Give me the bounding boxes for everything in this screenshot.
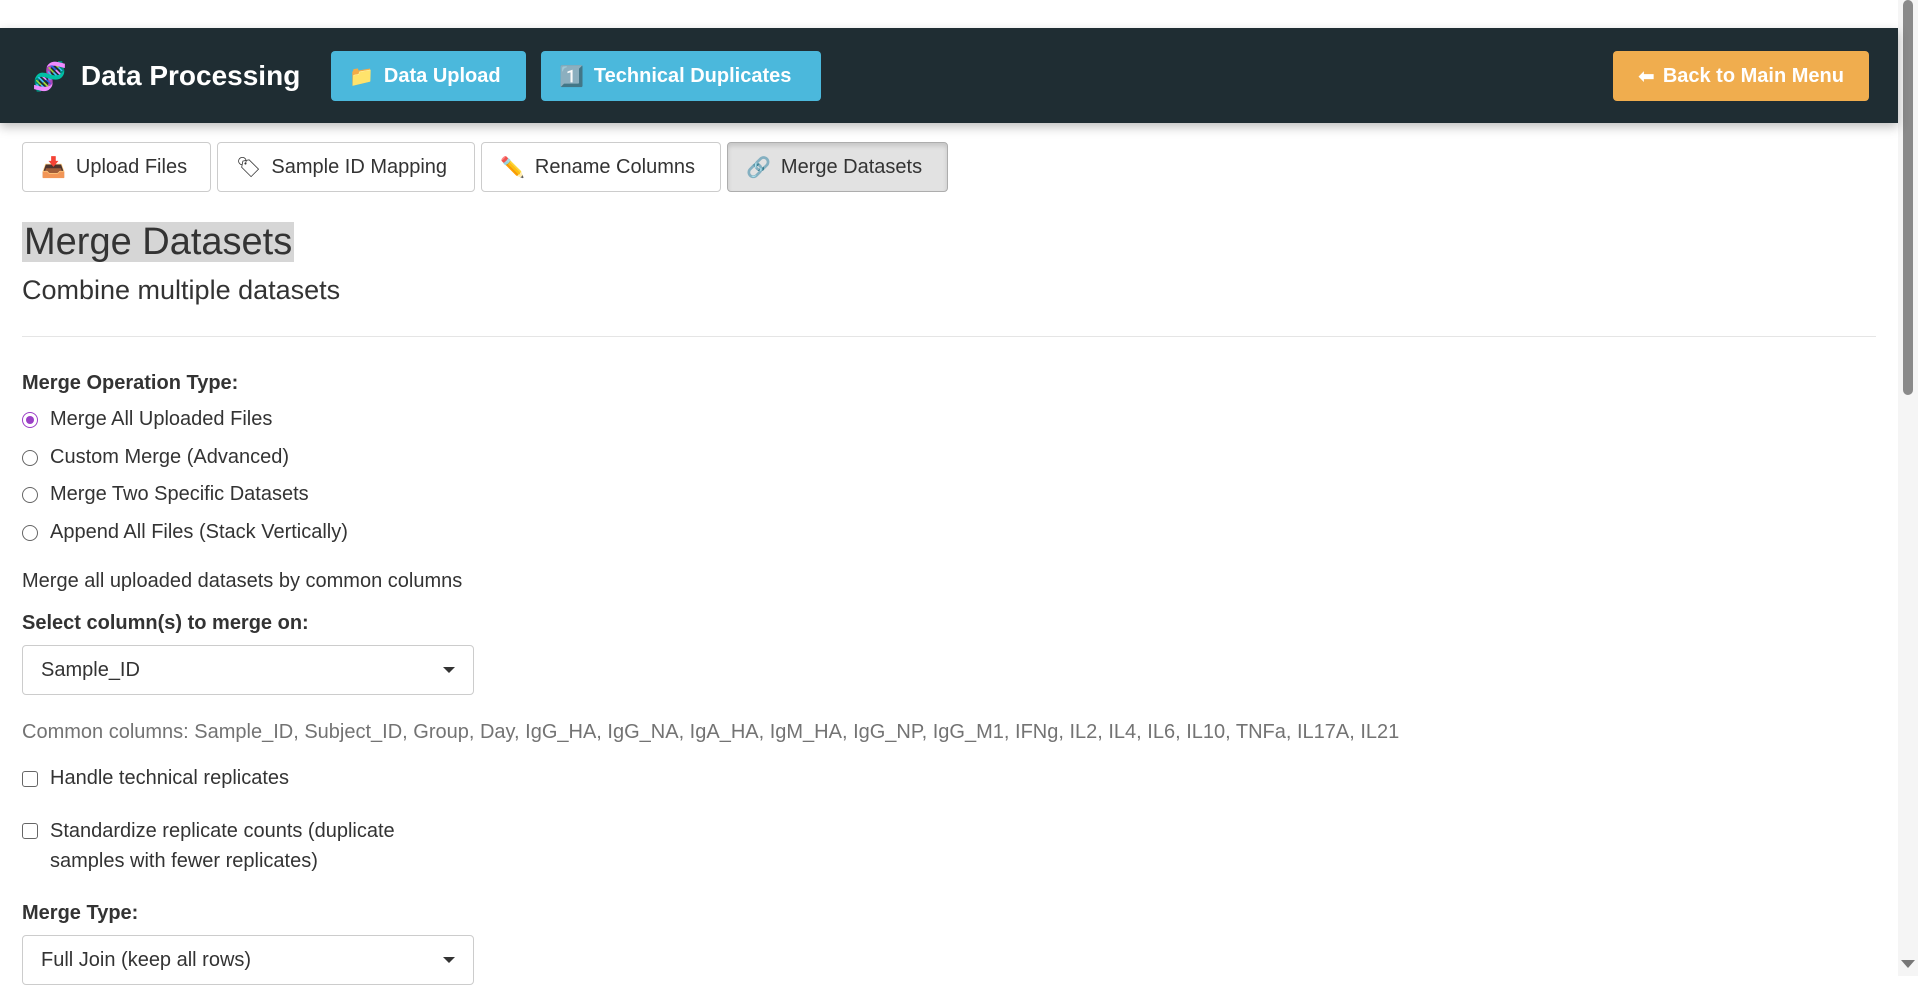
processing-tabs: 📥 Upload Files 🏷 Sample ID Mapping ✏️ Re… (22, 142, 948, 192)
tab-sample-id-mapping[interactable]: 🏷 Sample ID Mapping (217, 142, 475, 192)
technical-duplicates-label: Technical Duplicates (593, 64, 792, 87)
merge-on-select[interactable]: Sample_ID (22, 645, 474, 695)
pencil-icon: ✏️ (500, 156, 525, 179)
navbar: 🧬 Data Processing 📁 Data Upload 1️⃣ Tech… (0, 28, 1898, 123)
tab-label: Upload Files (75, 155, 188, 178)
label-tag-icon: 🏷 (236, 156, 262, 179)
merge-operation-label: Merge Operation Type: (22, 372, 239, 394)
merge-on-value: Sample_ID (41, 658, 140, 681)
divider (22, 336, 1876, 337)
browser-top-strip (0, 0, 1898, 28)
radio-label: Append All Files (Stack Vertically) (50, 521, 348, 543)
merge-on-label: Select column(s) to merge on: (22, 612, 309, 634)
tab-label: Merge Datasets (780, 155, 923, 178)
radio-merge-all[interactable]: Merge All Uploaded Files (22, 408, 272, 431)
caret-down-icon (443, 957, 455, 963)
checkbox[interactable] (22, 770, 38, 787)
radio-button[interactable] (22, 524, 38, 541)
checkbox-label: Standardize replicate counts (duplicate … (50, 816, 395, 876)
tab-label: Sample ID Mapping (271, 155, 448, 178)
arrow-left-icon: ⬅ (1638, 65, 1655, 88)
scrollbar-thumb[interactable] (1903, 0, 1913, 395)
checkbox-handle-replicates[interactable]: Handle technical replicates (22, 767, 289, 790)
caret-down-icon (443, 667, 455, 673)
common-columns-help: Common columns: Sample_ID, Subject_ID, G… (22, 721, 1400, 743)
tab-merge-datasets[interactable]: 🔗 Merge Datasets (727, 142, 948, 192)
merge-description: Merge all uploaded datasets by common co… (22, 570, 463, 592)
inbox-tray-icon: 📥 (41, 156, 66, 179)
link-icon: 🔗 (746, 156, 771, 179)
checkbox-label-line1: Standardize replicate counts (duplicate (50, 820, 395, 842)
radio-label: Merge All Uploaded Files (50, 408, 273, 430)
merge-type-select[interactable]: Full Join (keep all rows) (22, 935, 474, 985)
checkbox[interactable] (22, 823, 38, 839)
back-to-main-menu-button[interactable]: ⬅ Back to Main Menu (1613, 51, 1869, 101)
section-subtitle: Combine multiple datasets (22, 275, 341, 305)
radio-button[interactable] (22, 449, 38, 466)
radio-button[interactable] (22, 486, 38, 503)
folder-icon: 📁 (349, 65, 374, 88)
data-upload-label: Data Upload (383, 64, 501, 87)
checkbox-label: Handle technical replicates (50, 767, 290, 789)
radio-custom-merge[interactable]: Custom Merge (Advanced) (22, 446, 289, 469)
section-title: Merge Datasets (22, 221, 295, 263)
tab-upload-files[interactable]: 📥 Upload Files (22, 142, 211, 192)
merge-type-value: Full Join (keep all rows) (41, 948, 252, 971)
technical-duplicates-button[interactable]: 1️⃣ Technical Duplicates (541, 51, 821, 101)
radio-merge-two[interactable]: Merge Two Specific Datasets (22, 483, 309, 506)
checkbox-standardize-replicates[interactable]: Standardize replicate counts (duplicate … (22, 816, 395, 876)
brand: 🧬 Data Processing (32, 56, 300, 96)
tab-rename-columns[interactable]: ✏️ Rename Columns (481, 142, 721, 192)
checkbox-label-line2: samples with fewer replicates) (50, 850, 318, 872)
back-to-main-menu-label: Back to Main Menu (1662, 64, 1844, 87)
merge-type-label: Merge Type: (22, 902, 139, 924)
tab-label: Rename Columns (534, 155, 695, 178)
radio-label: Custom Merge (Advanced) (50, 446, 289, 468)
radio-append-all[interactable]: Append All Files (Stack Vertically) (22, 521, 348, 544)
radio-label: Merge Two Specific Datasets (50, 483, 309, 505)
dna-icon: 🧬 (32, 60, 67, 92)
radio-button[interactable] (22, 411, 38, 428)
number-one-icon: 1️⃣ (559, 65, 584, 88)
scroll-down-arrow-icon[interactable] (1901, 960, 1915, 968)
brand-title: Data Processing (80, 60, 301, 91)
data-upload-button[interactable]: 📁 Data Upload (331, 51, 526, 101)
